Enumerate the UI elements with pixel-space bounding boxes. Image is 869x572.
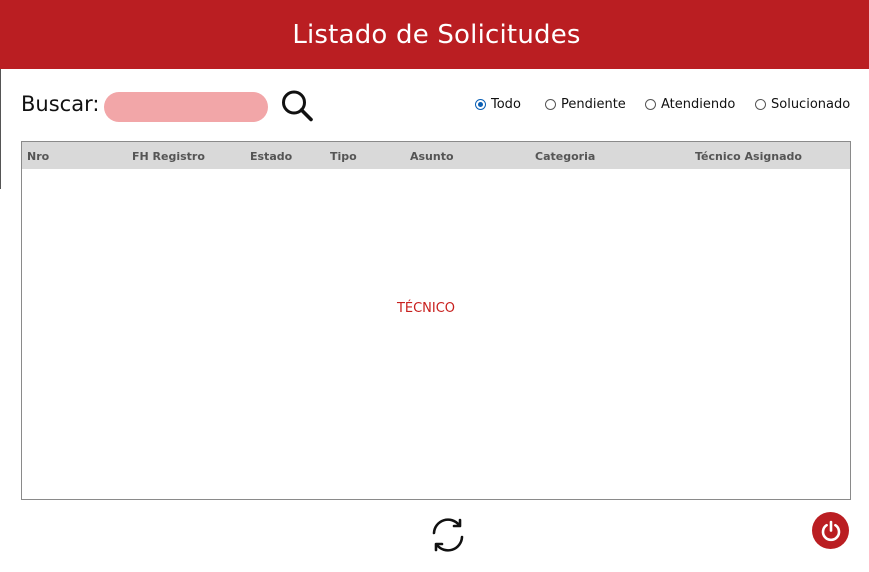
table-empty-text: TÉCNICO xyxy=(396,301,456,316)
refresh-icon xyxy=(432,518,464,552)
column-header-tecnico-asignado[interactable]: Técnico Asignado xyxy=(695,150,802,163)
search-icon xyxy=(282,90,313,122)
radio-unchecked-icon xyxy=(545,99,556,110)
filter-radio-pendiente[interactable]: Pendiente xyxy=(545,97,626,112)
radio-checked-icon xyxy=(475,99,486,110)
radio-unchecked-icon xyxy=(645,99,656,110)
filter-radio-solucionado[interactable]: Solucionado xyxy=(755,97,850,112)
column-header-tipo[interactable]: Tipo xyxy=(330,150,357,163)
column-header-estado[interactable]: Estado xyxy=(250,150,292,163)
filter-radio-atendiendo[interactable]: Atendiendo xyxy=(645,97,735,112)
column-header-nro[interactable]: Nro xyxy=(27,150,49,163)
logout-button[interactable] xyxy=(812,512,849,549)
search-label: Buscar: xyxy=(21,92,100,116)
search-button[interactable] xyxy=(279,88,315,124)
title-bar: Listado de Solicitudes xyxy=(0,0,869,69)
power-icon xyxy=(821,520,840,541)
page-title: Listado de Solicitudes xyxy=(292,19,581,50)
column-header-fh-registro[interactable]: FH Registro xyxy=(132,150,205,163)
radio-unchecked-icon xyxy=(755,99,766,110)
filter-label-atendiendo: Atendiendo xyxy=(661,97,736,112)
filter-radio-todo[interactable]: Todo xyxy=(475,97,521,112)
filter-label-todo: Todo xyxy=(491,97,521,112)
refresh-button[interactable] xyxy=(429,516,467,554)
requests-window: Listado de Solicitudes Buscar: Todo Pend… xyxy=(0,0,869,572)
filter-label-pendiente: Pendiente xyxy=(561,97,626,112)
requests-table[interactable]: Nro FH Registro Estado Tipo Asunto Categ… xyxy=(21,141,851,500)
column-header-categoria[interactable]: Categoria xyxy=(535,150,595,163)
filter-label-solucionado: Solucionado xyxy=(771,97,851,112)
column-header-asunto[interactable]: Asunto xyxy=(410,150,454,163)
window-edge xyxy=(0,69,1,189)
search-input[interactable] xyxy=(104,92,268,122)
table-header: Nro FH Registro Estado Tipo Asunto Categ… xyxy=(22,142,850,169)
